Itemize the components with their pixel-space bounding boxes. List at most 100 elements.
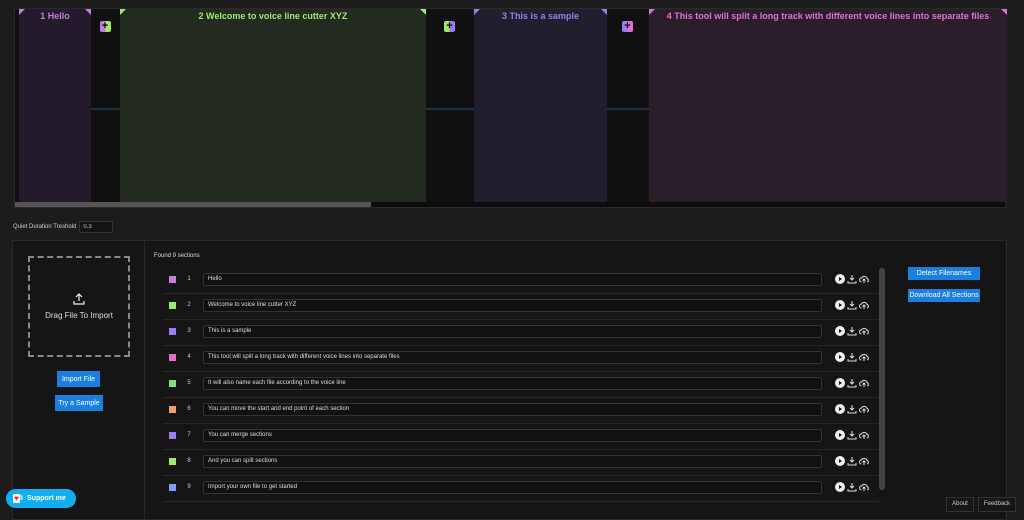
play-icon[interactable] [835,404,845,414]
merge-add-icon[interactable]: + [622,21,633,32]
about-button[interactable]: About [946,497,974,512]
section-row: 9 Import your own file to get started [163,476,879,502]
cloud-upload-icon[interactable] [859,300,869,310]
import-column: Drag File To Import Import File Try a Sa… [13,241,145,519]
support-label: Support me [27,495,66,502]
download-all-button[interactable]: Download All Sections [908,289,980,302]
section-number: 7 [185,432,193,438]
waveform-section[interactable]: 1 Hello [19,9,91,205]
play-icon[interactable] [835,482,845,492]
end-handle[interactable] [1001,9,1007,15]
section-color-swatch [169,302,176,309]
download-icon[interactable] [847,300,857,310]
section-row: 2 Welcome to voice line cutter XYZ [163,294,879,320]
merge-add-icon[interactable]: + [444,21,455,32]
section-name-input[interactable]: Import your own file to get started [203,481,822,494]
section-color-swatch [169,354,176,361]
cloud-upload-icon[interactable] [859,274,869,284]
play-icon[interactable] [835,352,845,362]
start-handle[interactable] [474,9,480,15]
download-icon[interactable] [847,456,857,466]
try-sample-button[interactable]: Try a Sample [55,395,103,411]
start-handle[interactable] [649,9,655,15]
section-name-input[interactable]: And you can split sections [203,455,822,468]
sections-count: Found 9 sections [154,253,200,259]
download-icon[interactable] [847,482,857,492]
section-name-input[interactable]: Hello [203,273,822,286]
threshold-label: Quiet Duration Treshold [13,224,76,230]
section-label: 1 Hello [19,11,91,21]
download-icon[interactable] [847,326,857,336]
coffee-cup-icon [12,493,23,504]
section-color-swatch [169,406,176,413]
waveform-scrollbar[interactable] [15,202,1005,207]
end-handle[interactable] [85,9,91,15]
waveform-section[interactable]: 4 This tool will split a long track with… [649,9,1007,205]
section-color-swatch [169,484,176,491]
section-color-swatch [169,432,176,439]
section-name-input[interactable]: You can merge sections [203,429,822,442]
section-color-swatch [169,328,176,335]
waveform-scroll-thumb[interactable] [15,202,371,207]
drop-label: Drag File To Import [45,311,113,320]
threshold-input[interactable] [79,221,113,233]
play-icon[interactable] [835,300,845,310]
section-row: 3 This is a sample [163,320,879,346]
play-icon[interactable] [835,326,845,336]
drop-zone[interactable]: Drag File To Import [28,256,130,357]
download-icon[interactable] [847,352,857,362]
waveform-section[interactable]: 2 Welcome to voice line cutter XYZ [120,9,426,205]
section-number: 5 [185,380,193,386]
main-panel: Drag File To Import Import File Try a Sa… [12,240,1007,520]
section-label: 4 This tool will split a long track with… [649,11,1007,21]
section-number: 3 [185,328,193,334]
download-icon[interactable] [847,430,857,440]
play-icon[interactable] [835,274,845,284]
play-icon[interactable] [835,430,845,440]
play-icon[interactable] [835,378,845,388]
section-number: 9 [185,484,193,490]
waveform-section[interactable]: 3 This is a sample [474,9,607,205]
detect-filenames-button[interactable]: Detect Filenames [908,267,980,280]
cloud-upload-icon[interactable] [859,378,869,388]
cloud-upload-icon[interactable] [859,326,869,336]
section-row: 6 You can move the start and end point o… [163,398,879,424]
support-me-button[interactable]: Support me [6,489,76,508]
end-handle[interactable] [601,9,607,15]
download-icon[interactable] [847,274,857,284]
cloud-upload-icon[interactable] [859,352,869,362]
section-name-input[interactable]: You can move the start and end point of … [203,403,822,416]
play-icon[interactable] [835,456,845,466]
section-label: 3 This is a sample [474,11,607,21]
merge-add-icon[interactable]: + [100,21,111,32]
section-number: 8 [185,458,193,464]
cloud-upload-icon[interactable] [859,404,869,414]
section-number: 2 [185,302,193,308]
section-row: 7 You can merge sections [163,424,879,450]
threshold-control: Quiet Duration Treshold [13,221,113,233]
download-icon[interactable] [847,404,857,414]
section-name-input[interactable]: This tool will split a long track with d… [203,351,822,364]
section-name-input[interactable]: Welcome to voice line cutter XYZ [203,299,822,312]
end-handle[interactable] [420,9,426,15]
section-number: 6 [185,406,193,412]
download-icon[interactable] [847,378,857,388]
cloud-upload-icon[interactable] [859,456,869,466]
sections-scrollbar[interactable] [879,268,885,490]
section-row: 1 Hello [163,268,879,294]
section-name-input[interactable]: This is a sample [203,325,822,338]
feedback-button[interactable]: Feedback [978,497,1016,512]
waveform-editor[interactable]: 1 Hello +2 Welcome to voice line cutter … [14,8,1006,208]
section-number: 1 [185,276,193,282]
cloud-upload-icon[interactable] [859,430,869,440]
start-handle[interactable] [120,9,126,15]
cloud-upload-icon[interactable] [859,482,869,492]
section-color-swatch [169,458,176,465]
section-color-swatch [169,276,176,283]
section-row: 8 And you can split sections [163,450,879,476]
upload-icon [73,293,85,305]
import-file-button[interactable]: Import File [57,371,100,387]
section-label: 2 Welcome to voice line cutter XYZ [120,11,426,21]
section-name-input[interactable]: It will also name each file according to… [203,377,822,390]
start-handle[interactable] [19,9,25,15]
